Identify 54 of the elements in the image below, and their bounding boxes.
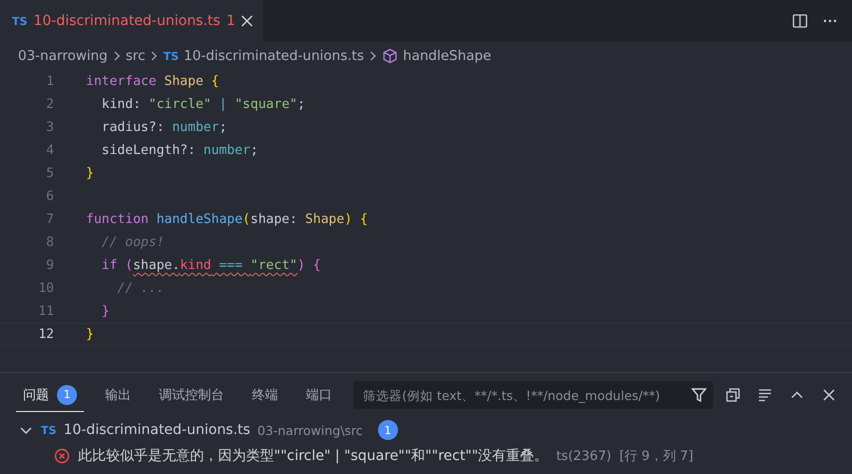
line-number: 8	[45, 235, 55, 250]
chevron-right-icon	[112, 51, 122, 61]
chevron-right-icon	[368, 51, 378, 61]
line-number: 10	[37, 281, 55, 296]
error-code: ts(2367)	[556, 448, 612, 464]
line-number: 9	[45, 258, 55, 273]
panel-tab[interactable]: 输出	[98, 380, 138, 410]
line-number: 12	[37, 327, 55, 342]
breadcrumb-item[interactable]: src	[126, 48, 146, 64]
code-line: radius?: number;	[100, 120, 227, 135]
panel-tab[interactable]: 终端	[245, 380, 285, 410]
code-line: if (shape.kind === "rect") {	[100, 258, 321, 273]
typescript-file-icon: TS	[163, 50, 179, 62]
chevron-right-icon	[149, 51, 160, 61]
list-icon[interactable]	[757, 387, 773, 403]
problem-location: [行 9，列 7]	[619, 448, 694, 465]
code-line: }	[86, 327, 94, 342]
line-number: 3	[45, 120, 55, 135]
count-badge: 1	[57, 384, 77, 404]
code-line: kind: "circle" | "square";	[100, 97, 306, 112]
line-number: 6	[45, 189, 55, 204]
code-line: }	[100, 304, 110, 319]
close-icon[interactable]	[821, 387, 837, 403]
problem-message[interactable]: 此比较似乎是无意的，因为类型""circle" | "square""和""rect""没有重叠。	[78, 447, 548, 465]
line-number: 11	[37, 304, 55, 319]
code-line: sideLength?: number;	[100, 143, 258, 158]
line-number: 5	[45, 166, 55, 181]
code-line: // ...	[116, 281, 164, 296]
filter-field[interactable]: 筛选器(例如 text、**/*.ts、!**/node_modules/**)	[353, 381, 713, 409]
code-line: }	[86, 166, 94, 181]
breadcrumb-item[interactable]: 10-discriminated-unions.ts	[184, 48, 364, 64]
panel-tab[interactable]: 调试控制台	[152, 380, 231, 410]
code-line: // oops!	[100, 235, 164, 250]
line-number: 1	[45, 74, 55, 89]
split-editor-icon[interactable]	[792, 13, 808, 29]
code-line: function handleShape(shape: Shape) {	[86, 212, 368, 227]
close-icon[interactable]	[241, 15, 254, 27]
breadcrumb-item[interactable]: 03-narrowing	[18, 48, 108, 64]
file-path: 03-narrowing\src	[257, 422, 363, 438]
line-number: 4	[45, 143, 55, 158]
line-number: 7	[45, 212, 55, 227]
typescript-file-icon: TS	[41, 424, 56, 436]
panel-tab[interactable]: 端口	[299, 380, 339, 410]
code-line: interface Shape {	[86, 74, 220, 89]
problem-file-name[interactable]: 10-discriminated-unions.ts	[63, 422, 250, 438]
collapse-all-icon[interactable]	[725, 387, 741, 403]
panel-tab[interactable]: 问题 1	[16, 378, 84, 412]
filter-icon[interactable]	[691, 387, 707, 403]
count-badge: 1	[378, 420, 398, 440]
editor-tab[interactable]: TS 10-discriminated-unions.ts 1	[0, 0, 264, 42]
cube-icon	[382, 48, 398, 64]
error-icon	[54, 448, 70, 464]
line-number: 2	[45, 97, 55, 112]
breadcrumb-item[interactable]: handleShape	[403, 48, 492, 64]
